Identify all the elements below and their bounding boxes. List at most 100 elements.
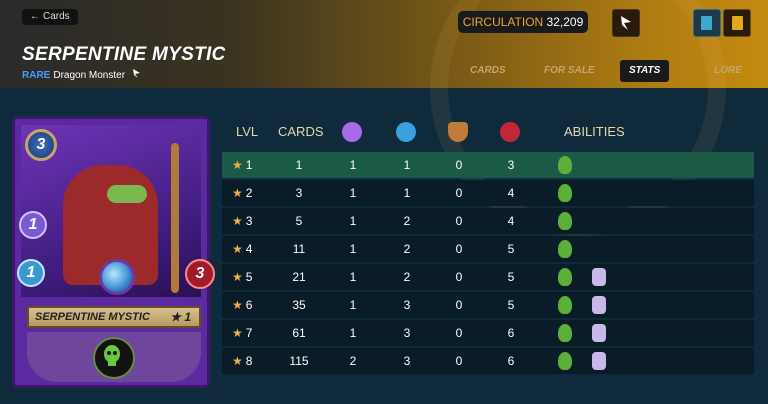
- magic-attack-cell: 2: [349, 354, 357, 368]
- abilities-cell: [558, 296, 626, 314]
- skull-icon[interactable]: [558, 240, 572, 258]
- circulation-badge: CIRCULATION 32,209: [458, 11, 588, 33]
- circulation-value: 32,209: [546, 15, 584, 29]
- level-cell: ★ 6: [232, 298, 253, 312]
- speed-cell: 1: [403, 186, 411, 200]
- table-row[interactable]: ★ 5 21 1 2 0 5: [222, 264, 754, 290]
- table-row[interactable]: ★ 1 1 1 1 0 3: [222, 152, 754, 178]
- table-row[interactable]: ★ 7 61 1 3 0 6: [222, 320, 754, 346]
- armor-cell: 0: [455, 354, 463, 368]
- health-badge: 3: [185, 259, 215, 289]
- dragon-element-icon: [132, 69, 140, 78]
- speed-cell: 3: [403, 298, 411, 312]
- magic-attack-cell: 1: [349, 242, 357, 256]
- card-edition-icon: [701, 16, 712, 30]
- cards-cell: 61: [292, 326, 306, 340]
- magic-attack-icon: [342, 122, 362, 142]
- abilities-cell: [558, 324, 626, 342]
- cards-cell: 11: [292, 242, 306, 256]
- abilities-cell: [558, 212, 592, 230]
- card-tabs: CARDS FOR SALE STATS LORE: [460, 60, 760, 82]
- health-cell: 5: [507, 298, 515, 312]
- speed-cell: 3: [403, 326, 411, 340]
- back-arrow-icon: ←: [30, 11, 40, 22]
- magic-attack-cell: 1: [349, 270, 357, 284]
- magic-attack-cell: 1: [349, 214, 357, 228]
- gem-icon: [99, 259, 135, 295]
- rarity-label: RARE: [22, 70, 51, 81]
- header-abilities: ABILITIES: [564, 124, 625, 139]
- card-name-banner: SERPENTINE MYSTIC ★ 1: [27, 306, 201, 328]
- tab-for-sale[interactable]: FOR SALE: [544, 60, 595, 82]
- speed-icon: [396, 122, 416, 142]
- abilities-cell: [558, 268, 626, 286]
- header-cards: CARDS: [278, 124, 324, 139]
- speed-cell: 2: [403, 242, 411, 256]
- skull-icon[interactable]: [558, 296, 572, 314]
- level-cell: ★ 4: [232, 242, 253, 256]
- header: ← Cards SERPENTINE MYSTIC RARE Dragon Mons…: [0, 0, 768, 236]
- cards-cell: 115: [289, 354, 309, 368]
- skull-icon[interactable]: [558, 156, 572, 174]
- health-cell: 6: [507, 354, 515, 368]
- skull-icon[interactable]: [558, 324, 572, 342]
- magic-attack-cell: 1: [349, 186, 357, 200]
- cleanse-icon[interactable]: [592, 268, 606, 286]
- abilities-cell: [558, 156, 592, 174]
- skull-icon[interactable]: [558, 268, 572, 286]
- level-cell: ★ 8: [232, 354, 253, 368]
- cards-cell: 3: [295, 186, 303, 200]
- gold-foil-button[interactable]: [723, 9, 751, 37]
- alpha-edition-button[interactable]: [693, 9, 721, 37]
- monster-staff: [171, 143, 179, 293]
- table-header: LVL CARDS ABILITIES: [222, 116, 754, 152]
- cleanse-icon[interactable]: [592, 324, 606, 342]
- mana-badge: 3: [25, 129, 57, 161]
- table-row[interactable]: ★ 3 5 1 2 0 4: [222, 208, 754, 234]
- monster-serpent: [107, 185, 147, 203]
- speed-cell: 2: [403, 214, 411, 228]
- armor-cell: 0: [455, 326, 463, 340]
- tab-cards[interactable]: CARDS: [470, 60, 506, 82]
- card-image: 3 1 1 3 SERPENTINE MYSTIC ★ 1: [12, 116, 215, 388]
- skull-icon[interactable]: [558, 212, 572, 230]
- back-button[interactable]: ← Cards: [22, 9, 78, 25]
- card-type: Dragon Monster: [53, 70, 126, 81]
- armor-cell: 0: [455, 158, 463, 172]
- tab-lore[interactable]: LORE: [714, 60, 742, 82]
- cleanse-icon[interactable]: [592, 296, 606, 314]
- header-lvl: LVL: [236, 124, 259, 139]
- table-row[interactable]: ★ 2 3 1 1 0 4: [222, 180, 754, 206]
- table-row[interactable]: ★ 6 35 1 3 0 5: [222, 292, 754, 318]
- tab-stats[interactable]: STATS: [620, 60, 670, 82]
- health-cell: 5: [507, 270, 515, 284]
- abilities-cell: [558, 352, 626, 370]
- cleanse-icon[interactable]: [592, 352, 606, 370]
- cards-cell: 35: [292, 298, 306, 312]
- table-row[interactable]: ★ 4 11 1 2 0 5: [222, 236, 754, 262]
- table-row[interactable]: ★ 8 115 2 3 0 6: [222, 348, 754, 374]
- health-icon: [500, 122, 520, 142]
- speed-badge: 1: [17, 259, 45, 287]
- abilities-cell: [558, 240, 592, 258]
- cards-cell: 1: [295, 158, 303, 172]
- skull-ability-icon: [93, 337, 135, 379]
- magic-attack-cell: 1: [349, 326, 357, 340]
- armor-cell: 0: [455, 214, 463, 228]
- magic-attack-cell: 1: [349, 298, 357, 312]
- magic-attack-cell: 1: [349, 158, 357, 172]
- circulation-label: CIRCULATION: [462, 15, 544, 29]
- health-cell: 3: [507, 158, 515, 172]
- level-cell: ★ 2: [232, 186, 253, 200]
- skull-icon[interactable]: [558, 184, 572, 202]
- level-cell: ★ 5: [232, 270, 253, 284]
- armor-cell: 0: [455, 298, 463, 312]
- skull-icon[interactable]: [558, 352, 572, 370]
- element-filter-button[interactable]: [612, 9, 640, 37]
- armor-icon: [448, 122, 468, 142]
- dragon-icon: [621, 16, 631, 30]
- page-title: SERPENTINE MYSTIC: [22, 44, 226, 65]
- magic-attack-badge: 1: [19, 211, 47, 239]
- abilities-cell: [558, 184, 592, 202]
- back-label: Cards: [43, 11, 70, 22]
